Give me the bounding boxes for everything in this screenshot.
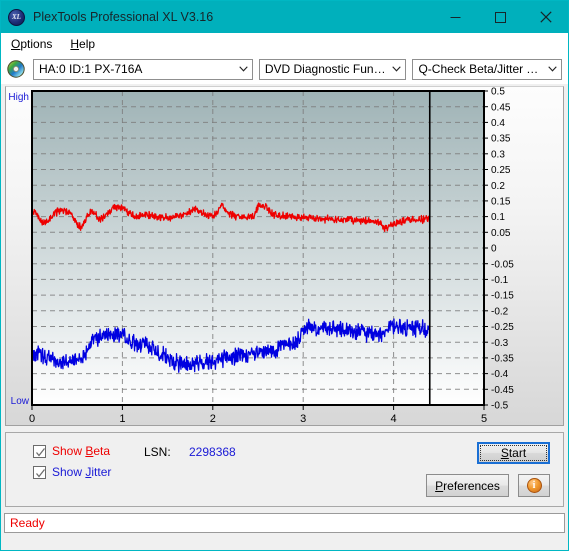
show-jitter-checkbox[interactable] — [33, 465, 46, 479]
menu-item-help[interactable]: Help — [66, 36, 103, 52]
status-bar: Ready — [4, 513, 565, 533]
menu-bar: Options Help — [1, 33, 568, 54]
svg-text:-0.3: -0.3 — [491, 338, 509, 349]
info-button[interactable]: i — [518, 474, 550, 497]
svg-text:-0.25: -0.25 — [491, 322, 514, 333]
svg-text:3: 3 — [300, 413, 306, 425]
minimize-icon — [450, 16, 461, 18]
svg-text:Low: Low — [11, 396, 30, 407]
beta-jitter-chart: 0.5 0.45 0.4 0.35 0.3 0.25 0.2 0.15 0.1 0.05 0 -0.0… — [8, 87, 514, 425]
svg-text:-0.5: -0.5 — [491, 401, 509, 412]
svg-text:0.4: 0.4 — [491, 118, 505, 129]
window-controls — [433, 1, 568, 33]
svg-text:-0.1: -0.1 — [491, 275, 509, 286]
title-bar: XL PlexTools Professional XL V3.16 — [1, 1, 568, 33]
preferences-button-label: Preferences — [435, 478, 500, 493]
svg-text:-0.2: -0.2 — [491, 306, 509, 317]
show-beta-row[interactable]: Show Beta — [33, 444, 110, 458]
disc-icon — [7, 60, 25, 78]
svg-text:0.25: 0.25 — [491, 165, 511, 176]
svg-text:0: 0 — [29, 413, 35, 425]
svg-text:-0.45: -0.45 — [491, 385, 514, 396]
svg-text:0.45: 0.45 — [491, 102, 511, 113]
show-beta-checkbox[interactable] — [33, 444, 46, 458]
start-button-label: Start — [500, 446, 527, 460]
svg-text:-0.05: -0.05 — [491, 259, 514, 270]
controls-panel: Show Beta Show Jitter LSN: 2298368 Start… — [5, 432, 564, 507]
chevron-down-icon — [544, 66, 561, 72]
drive-select[interactable]: HA:0 ID:1 PX-716A — [33, 58, 253, 80]
checkmark-icon — [36, 468, 46, 478]
test-select[interactable]: Q-Check Beta/Jitter Test — [412, 58, 562, 80]
info-icon: i — [526, 478, 542, 493]
menu-item-options[interactable]: Options — [7, 36, 60, 52]
svg-text:High: High — [8, 92, 29, 103]
plextools-window: XL PlexTools Professional XL V3.16 Optio… — [0, 0, 569, 551]
svg-text:5: 5 — [481, 413, 487, 425]
svg-text:1: 1 — [119, 413, 125, 425]
svg-text:-0.15: -0.15 — [491, 291, 514, 302]
chevron-down-icon — [235, 66, 252, 72]
svg-text:-0.4: -0.4 — [491, 369, 509, 380]
checkmark-icon — [36, 447, 46, 457]
show-beta-label: Show Beta — [52, 444, 111, 458]
show-jitter-row[interactable]: Show Jitter — [33, 465, 111, 479]
svg-text:0.15: 0.15 — [491, 197, 511, 208]
status-text: Ready — [10, 516, 45, 530]
lsn-value: 2298368 — [189, 445, 236, 459]
chevron-down-icon — [388, 66, 405, 72]
lsn-label: LSN: — [144, 445, 171, 459]
drive-select-value: HA:0 ID:1 PX-716A — [39, 62, 143, 76]
svg-text:0.2: 0.2 — [491, 181, 505, 192]
svg-text:4: 4 — [391, 413, 397, 425]
toolbar: HA:0 ID:1 PX-716A DVD Diagnostic Functio… — [1, 54, 568, 84]
show-jitter-label: Show Jitter — [52, 465, 112, 479]
window-title: PlexTools Professional XL V3.16 — [33, 10, 214, 24]
close-button[interactable] — [523, 1, 568, 33]
function-select-value: DVD Diagnostic Functions — [264, 62, 389, 76]
chart-panel: 0.5 0.45 0.4 0.35 0.3 0.25 0.2 0.15 0.1 0.05 0 -0.0… — [5, 86, 564, 426]
function-select[interactable]: DVD Diagnostic Functions — [258, 58, 407, 80]
preferences-button[interactable]: Preferences — [426, 474, 509, 497]
maximize-icon — [495, 11, 506, 23]
test-select-value: Q-Check Beta/Jitter Test — [418, 62, 544, 76]
svg-text:0: 0 — [491, 244, 497, 255]
svg-text:0.1: 0.1 — [491, 212, 505, 223]
svg-text:0.35: 0.35 — [491, 134, 511, 145]
svg-text:0.3: 0.3 — [491, 149, 505, 160]
svg-text:0.5: 0.5 — [491, 87, 505, 98]
minimize-button[interactable] — [433, 1, 478, 33]
svg-text:-0.35: -0.35 — [491, 354, 514, 365]
svg-text:2: 2 — [210, 413, 216, 425]
maximize-button[interactable] — [478, 1, 523, 33]
app-icon: XL — [8, 8, 25, 26]
close-icon — [539, 11, 552, 23]
start-button[interactable]: Start — [477, 442, 550, 464]
svg-text:0.05: 0.05 — [491, 228, 511, 239]
